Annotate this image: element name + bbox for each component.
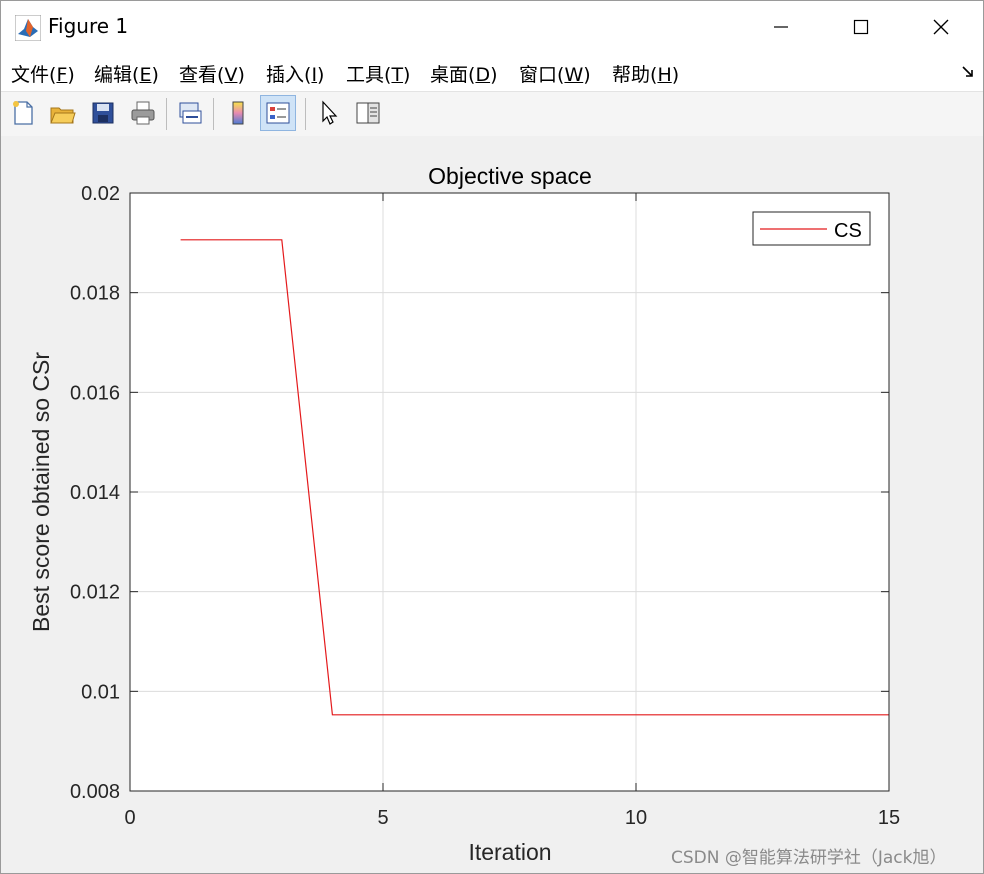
y-tick-label: 0.016 (70, 382, 120, 404)
toolbar-separator (166, 98, 167, 130)
x-tick-label: 15 (878, 807, 900, 829)
print-button[interactable] (125, 95, 161, 131)
dock-arrow-icon[interactable] (961, 65, 975, 79)
save-button[interactable] (85, 95, 121, 131)
pointer-button[interactable] (311, 95, 347, 131)
x-axis-label: Iteration (468, 839, 551, 865)
y-tick-label: 0.018 (70, 283, 120, 305)
menu-bar: 文件(F) 编辑(E) 查看(V) 插入(I) 工具(T) 桌面(D) 窗口(W… (1, 53, 983, 91)
y-tick-label: 0.014 (70, 482, 120, 504)
close-button[interactable] (901, 1, 981, 53)
menu-desktop[interactable]: 桌面(D) (430, 60, 498, 87)
chart-title: Objective space (428, 163, 592, 189)
print-icon (131, 101, 155, 125)
menu-window[interactable]: 窗口(W) (519, 60, 591, 87)
property-editor-icon (356, 102, 380, 124)
toolbar-separator (213, 98, 214, 130)
legend[interactable]: CS (752, 211, 871, 246)
x-tick-label: 5 (377, 807, 388, 829)
link-plot-icon (179, 102, 202, 124)
y-tick-label: 0.02 (81, 183, 120, 205)
new-figure-button[interactable] (5, 95, 41, 131)
menu-file[interactable]: 文件(F) (11, 60, 75, 87)
chart[interactable]: 0 5 10 15 0.008 0.01 0.012 0.014 0.016 0.018 0.02… (1, 136, 983, 873)
y-tick-label: 0.01 (81, 681, 120, 703)
y-axis-label: Best score obtained so CSr (28, 352, 54, 632)
watermark: CSDN @智能算法研学社（Jack旭） (671, 848, 947, 868)
menu-help[interactable]: 帮助(H) (612, 60, 679, 87)
window-title: Figure 1 (48, 14, 129, 38)
open-file-icon (50, 107, 76, 124)
x-tick-label: 10 (625, 807, 647, 829)
menu-view[interactable]: 查看(V) (179, 60, 245, 87)
x-tick-label: 0 (124, 807, 135, 829)
matlab-icon (15, 15, 41, 41)
legend-icon (266, 102, 290, 124)
figure-window: Figure 1 文件(F) 编辑(E) 查看(V) 插入(I) 工具(T) 桌… (0, 0, 984, 874)
colorbar-icon (232, 101, 244, 125)
link-plot-button[interactable] (172, 95, 208, 131)
menu-edit[interactable]: 编辑(E) (94, 60, 159, 87)
property-editor-button[interactable] (350, 95, 386, 131)
new-figure-icon (13, 101, 33, 125)
pointer-icon (322, 100, 338, 125)
save-icon (92, 102, 114, 124)
y-tick-label: 0.012 (70, 582, 120, 604)
menu-insert[interactable]: 插入(I) (266, 60, 324, 87)
y-tick-labels: 0.008 0.01 0.012 0.014 0.016 0.018 0.02 (70, 183, 120, 803)
title-bar: Figure 1 (1, 1, 983, 53)
open-button[interactable] (44, 95, 80, 131)
toolbar-separator (305, 98, 306, 130)
maximize-button[interactable] (821, 1, 901, 53)
toolbar (1, 91, 983, 137)
y-tick-label: 0.008 (70, 781, 120, 803)
legend-button[interactable] (260, 95, 296, 131)
minimize-button[interactable] (741, 1, 821, 53)
minimize-icon (774, 26, 788, 28)
figure-canvas[interactable]: 0 5 10 15 0.008 0.01 0.012 0.014 0.016 0.018 0.02… (1, 136, 983, 873)
menu-tools[interactable]: 工具(T) (346, 60, 410, 87)
x-tick-labels: 0 5 10 15 (124, 807, 900, 829)
close-icon (933, 19, 949, 35)
maximize-icon (853, 19, 869, 35)
colorbar-button[interactable] (220, 95, 256, 131)
legend-label-cs: CS (834, 220, 862, 242)
